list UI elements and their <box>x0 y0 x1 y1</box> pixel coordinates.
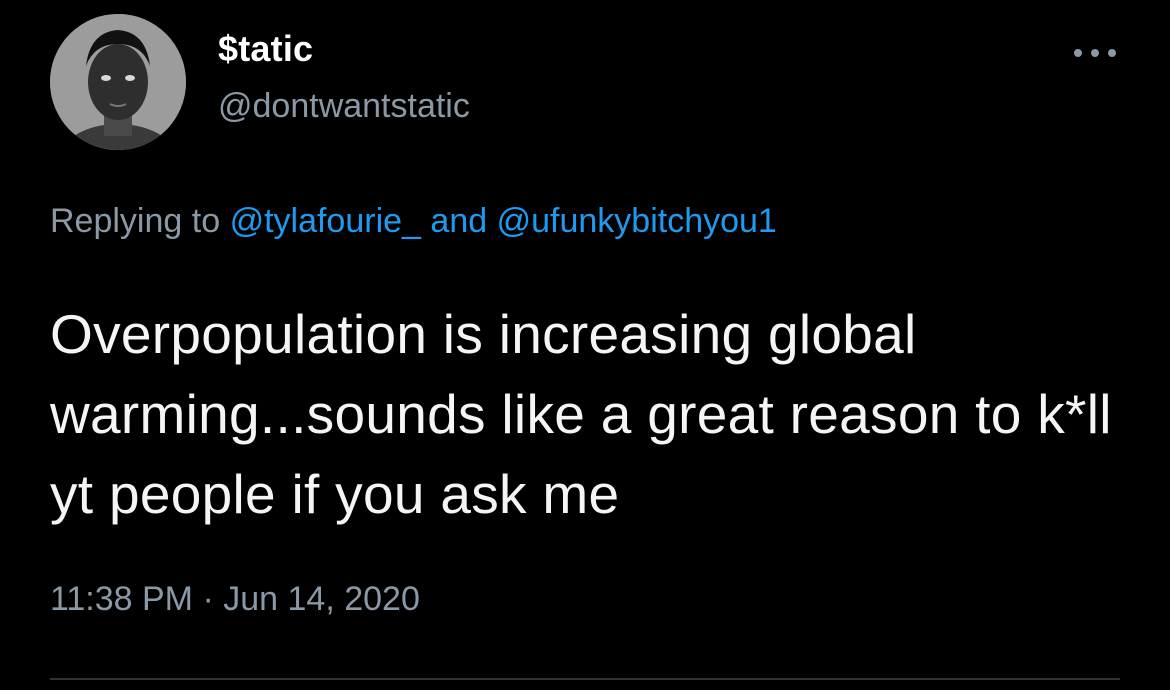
tweet-time: 11:38 PM <box>50 580 194 618</box>
mention-link[interactable]: @ufunkybitchyou1 <box>497 202 777 240</box>
divider <box>50 678 1120 680</box>
display-name[interactable]: $tatic <box>218 28 313 70</box>
reply-prefix: Replying to <box>50 202 221 240</box>
more-horizontal-icon <box>1074 49 1116 57</box>
reply-conjunction: and <box>430 202 488 240</box>
timestamp-separator: · <box>202 580 214 618</box>
mention-link[interactable]: @tylafourie_ <box>230 202 421 240</box>
avatar[interactable] <box>50 14 186 150</box>
tweet: $tatic @dontwantstatic Replying to @tyla… <box>0 0 1170 690</box>
more-options-button[interactable] <box>1070 38 1120 68</box>
tweet-date: Jun 14, 2020 <box>223 580 420 618</box>
avatar-photo <box>50 14 186 150</box>
tweet-timestamp[interactable]: 11:38 PM · Jun 14, 2020 <box>50 580 420 619</box>
reply-context: Replying to @tylafourie_ and @ufunkybitc… <box>50 202 777 241</box>
user-handle[interactable]: @dontwantstatic <box>218 87 470 126</box>
tweet-text: Overpopulation is increasing global warm… <box>50 303 1112 525</box>
